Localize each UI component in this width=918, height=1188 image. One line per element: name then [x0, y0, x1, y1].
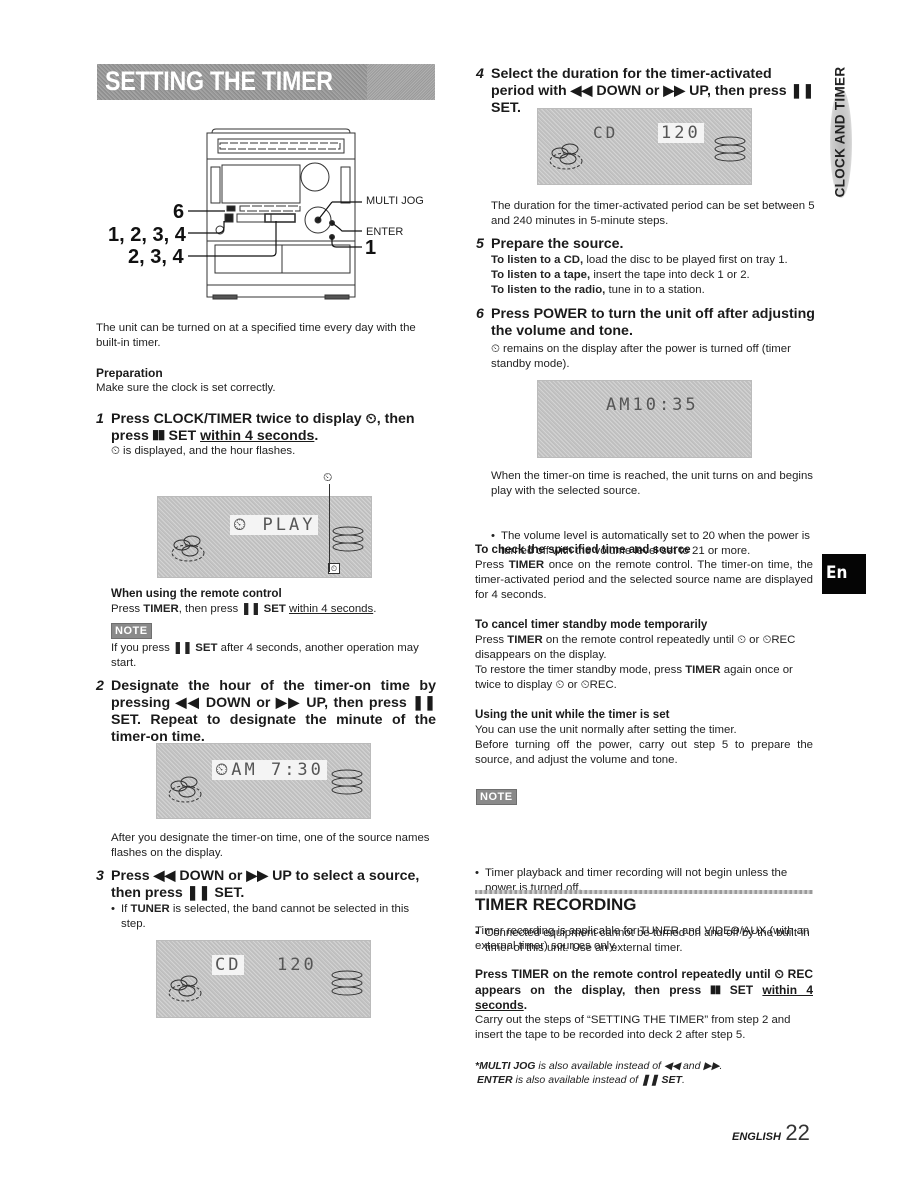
- cd-tray-icon: [549, 143, 583, 170]
- callout-step-1: 1: [365, 237, 377, 259]
- section-title: SETTING THE TIMER: [105, 66, 333, 96]
- tape-deck-icon: [332, 526, 364, 552]
- tape-deck-icon: [331, 970, 363, 996]
- stereo-system-illustration: [188, 128, 362, 300]
- callout-steps-1-4: 1, 2, 3, 4: [108, 224, 186, 246]
- section-title-banner: SETTING THE TIMER: [97, 64, 435, 100]
- footnote-multi-jog: *MULTI JOG is also available instead of …: [475, 1060, 723, 1072]
- timer-recording-title: TIMER RECORDING: [475, 895, 637, 914]
- check-heading: To check the specified time and source: [475, 543, 691, 556]
- timer-recording-intro: Timer recording is applicable for TUNER …: [475, 925, 810, 952]
- cd-tray-icon: [168, 975, 202, 1002]
- source-tape-line: To listen to a tape, insert the tape int…: [491, 269, 750, 281]
- step-2-heading: 2 Designate the hour of the timer-on tim…: [96, 678, 436, 745]
- display-step-2: ⏲AM 7:30: [156, 743, 371, 819]
- enter-label: ENTER: [366, 226, 404, 238]
- indicator-leader-line: [329, 484, 330, 572]
- language-tab: En: [822, 554, 866, 594]
- side-tab-label: CLOCK AND TIMER: [832, 66, 848, 198]
- using-line-2: Before turning off the power, carry out …: [475, 739, 813, 766]
- display-text: ⏲AM 7:30: [212, 760, 327, 780]
- display-time: AM10:35: [606, 395, 699, 415]
- step-3-heading: 3 Press ◀◀ DOWN or ▶▶ UP to select a sou…: [96, 868, 420, 901]
- remote-text: Press TIMER, then press ❚❚ SET within 4 …: [111, 603, 377, 615]
- note-badge-1: NOTE: [111, 623, 152, 639]
- source-radio-line: To listen to the radio, tune in to a sta…: [491, 284, 705, 296]
- display-step-3: CD 120: [156, 940, 371, 1018]
- side-tab-clock-and-timer: CLOCK AND TIMER: [826, 62, 854, 202]
- multi-jog-label: MULTI JOG: [366, 195, 424, 207]
- display-step-6: AM10:35: [537, 380, 752, 458]
- indicator-clock-icon: ⏲: [323, 470, 333, 484]
- using-line-1: You can use the unit normally after sett…: [475, 724, 737, 736]
- step-3-bullet: If TUNER is selected, the band cannot be…: [111, 902, 436, 932]
- remote-heading: When using the remote control: [111, 587, 282, 600]
- source-cd-line: To listen to a CD, load the disc to be p…: [491, 254, 788, 266]
- footnote-enter: ENTER is also available instead of ❚❚ SE…: [477, 1074, 685, 1086]
- note-badge-2: NOTE: [476, 789, 517, 805]
- step-2-detail: After you designate the timer-on time, o…: [111, 832, 430, 859]
- footer-language: ENGLISH: [732, 1131, 781, 1143]
- step-4-detail: The duration for the timer-activated per…: [491, 200, 815, 227]
- intro-text: The unit can be turned on at a specified…: [96, 322, 416, 349]
- cd-tray-icon: [168, 776, 202, 803]
- step-1-heading: 1 Press CLOCK/TIMER twice to display ⏲, …: [96, 411, 415, 444]
- tape-deck-icon: [331, 769, 363, 795]
- page-footer: ENGLISH 22: [732, 1120, 810, 1146]
- page-number: 22: [785, 1120, 810, 1145]
- timer-recording-heading: Press TIMER on the remote control repeat…: [475, 967, 813, 1012]
- device-figure: 6 1, 2, 3, 4 2, 3, 4 1 MULTI JOG ENTER: [100, 125, 440, 305]
- display-value-flashing: 120: [658, 123, 704, 143]
- note-1-text: If you press ❚❚ SET after 4 seconds, ano…: [111, 642, 419, 669]
- display-source-flashing: CD: [212, 955, 245, 975]
- display-text: ⏲ PLAY: [230, 515, 319, 535]
- footnotes: *MULTI JOG is also available instead of …: [475, 1059, 815, 1087]
- cd-tray-icon: [171, 535, 205, 562]
- display-step-1: ⏲ PLAY ⏲: [157, 496, 372, 578]
- check-text: Press TIMER once on the remote control. …: [475, 559, 813, 601]
- section-divider: [475, 890, 813, 894]
- preparation-text: Make sure the clock is set correctly.: [96, 382, 276, 394]
- step-5-lines: To listen to a CD, load the disc to be p…: [491, 253, 821, 298]
- tape-deck-icon: [714, 136, 746, 162]
- step-6-after: When the timer-on time is reached, the u…: [491, 470, 813, 497]
- display-source: CD: [593, 123, 619, 142]
- preparation-heading: Preparation: [96, 366, 163, 380]
- step-6-heading: 6 Press POWER to turn the unit off after…: [476, 306, 815, 339]
- cancel-heading: To cancel timer standby mode temporarily: [475, 618, 708, 631]
- callout-steps-2-4: 2, 3, 4: [128, 246, 184, 268]
- step-6-detail: ⏲ remains on the display after the power…: [491, 343, 791, 370]
- using-heading: Using the unit while the timer is set: [475, 708, 670, 721]
- step-1-detail: ⏲ is displayed, and the hour flashes.: [111, 445, 296, 457]
- timer-recording-detail: Carry out the steps of “SETTING THE TIME…: [475, 1014, 791, 1041]
- cancel-text: Press TIMER on the remote control repeat…: [475, 634, 796, 691]
- banner-pattern: [367, 64, 435, 100]
- callout-step-6: 6: [173, 201, 185, 223]
- display-step-4: CD 120: [537, 108, 752, 185]
- step-5-heading: 5 Prepare the source.: [476, 236, 624, 252]
- display-value: 120: [277, 955, 317, 975]
